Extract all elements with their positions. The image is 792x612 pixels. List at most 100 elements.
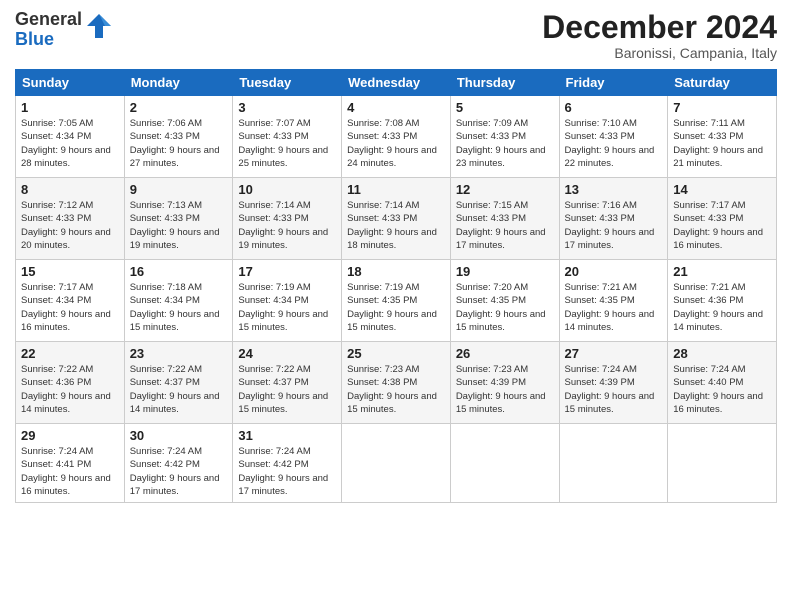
day-number: 14 [673, 182, 771, 197]
calendar-cell: 25 Sunrise: 7:23 AM Sunset: 4:38 PM Dayl… [342, 342, 451, 424]
calendar-cell: 6 Sunrise: 7:10 AM Sunset: 4:33 PM Dayli… [559, 96, 668, 178]
day-number: 11 [347, 182, 445, 197]
day-number: 6 [565, 100, 663, 115]
day-number: 1 [21, 100, 119, 115]
day-number: 16 [130, 264, 228, 279]
weekday-header: Friday [559, 70, 668, 96]
calendar-cell: 31 Sunrise: 7:24 AM Sunset: 4:42 PM Dayl… [233, 424, 342, 503]
day-number: 18 [347, 264, 445, 279]
calendar-cell: 13 Sunrise: 7:16 AM Sunset: 4:33 PM Dayl… [559, 178, 668, 260]
calendar-cell: 3 Sunrise: 7:07 AM Sunset: 4:33 PM Dayli… [233, 96, 342, 178]
day-info: Sunrise: 7:17 AM Sunset: 4:33 PM Dayligh… [673, 199, 771, 252]
calendar-cell: 28 Sunrise: 7:24 AM Sunset: 4:40 PM Dayl… [668, 342, 777, 424]
weekday-header: Monday [124, 70, 233, 96]
calendar-cell: 30 Sunrise: 7:24 AM Sunset: 4:42 PM Dayl… [124, 424, 233, 503]
day-info: Sunrise: 7:17 AM Sunset: 4:34 PM Dayligh… [21, 281, 119, 334]
day-info: Sunrise: 7:20 AM Sunset: 4:35 PM Dayligh… [456, 281, 554, 334]
day-info: Sunrise: 7:11 AM Sunset: 4:33 PM Dayligh… [673, 117, 771, 170]
weekday-header: Sunday [16, 70, 125, 96]
day-info: Sunrise: 7:24 AM Sunset: 4:40 PM Dayligh… [673, 363, 771, 416]
day-info: Sunrise: 7:14 AM Sunset: 4:33 PM Dayligh… [347, 199, 445, 252]
day-info: Sunrise: 7:19 AM Sunset: 4:34 PM Dayligh… [238, 281, 336, 334]
day-info: Sunrise: 7:05 AM Sunset: 4:34 PM Dayligh… [21, 117, 119, 170]
day-number: 24 [238, 346, 336, 361]
weekday-header: Wednesday [342, 70, 451, 96]
calendar-cell [668, 424, 777, 503]
calendar-cell: 17 Sunrise: 7:19 AM Sunset: 4:34 PM Dayl… [233, 260, 342, 342]
day-number: 22 [21, 346, 119, 361]
calendar-cell: 2 Sunrise: 7:06 AM Sunset: 4:33 PM Dayli… [124, 96, 233, 178]
main-container: General Blue December 2024 Baronissi, Ca… [0, 0, 792, 612]
month-title: December 2024 [542, 10, 777, 45]
calendar-cell: 8 Sunrise: 7:12 AM Sunset: 4:33 PM Dayli… [16, 178, 125, 260]
day-number: 10 [238, 182, 336, 197]
day-number: 9 [130, 182, 228, 197]
calendar-cell: 11 Sunrise: 7:14 AM Sunset: 4:33 PM Dayl… [342, 178, 451, 260]
day-number: 27 [565, 346, 663, 361]
day-number: 17 [238, 264, 336, 279]
calendar-cell: 15 Sunrise: 7:17 AM Sunset: 4:34 PM Dayl… [16, 260, 125, 342]
day-info: Sunrise: 7:12 AM Sunset: 4:33 PM Dayligh… [21, 199, 119, 252]
day-info: Sunrise: 7:21 AM Sunset: 4:36 PM Dayligh… [673, 281, 771, 334]
header: General Blue December 2024 Baronissi, Ca… [15, 10, 777, 61]
calendar-cell [342, 424, 451, 503]
logo: General Blue [15, 10, 113, 50]
day-info: Sunrise: 7:14 AM Sunset: 4:33 PM Dayligh… [238, 199, 336, 252]
day-info: Sunrise: 7:09 AM Sunset: 4:33 PM Dayligh… [456, 117, 554, 170]
logo-icon [85, 12, 113, 45]
day-number: 3 [238, 100, 336, 115]
day-number: 5 [456, 100, 554, 115]
logo-blue: Blue [15, 30, 82, 50]
day-info: Sunrise: 7:15 AM Sunset: 4:33 PM Dayligh… [456, 199, 554, 252]
day-info: Sunrise: 7:16 AM Sunset: 4:33 PM Dayligh… [565, 199, 663, 252]
day-number: 30 [130, 428, 228, 443]
weekday-header: Thursday [450, 70, 559, 96]
calendar-cell: 5 Sunrise: 7:09 AM Sunset: 4:33 PM Dayli… [450, 96, 559, 178]
calendar-cell: 19 Sunrise: 7:20 AM Sunset: 4:35 PM Dayl… [450, 260, 559, 342]
calendar-cell: 16 Sunrise: 7:18 AM Sunset: 4:34 PM Dayl… [124, 260, 233, 342]
day-number: 29 [21, 428, 119, 443]
calendar-cell: 12 Sunrise: 7:15 AM Sunset: 4:33 PM Dayl… [450, 178, 559, 260]
calendar-cell: 20 Sunrise: 7:21 AM Sunset: 4:35 PM Dayl… [559, 260, 668, 342]
day-info: Sunrise: 7:21 AM Sunset: 4:35 PM Dayligh… [565, 281, 663, 334]
calendar-cell: 1 Sunrise: 7:05 AM Sunset: 4:34 PM Dayli… [16, 96, 125, 178]
day-number: 7 [673, 100, 771, 115]
day-info: Sunrise: 7:18 AM Sunset: 4:34 PM Dayligh… [130, 281, 228, 334]
calendar-cell: 9 Sunrise: 7:13 AM Sunset: 4:33 PM Dayli… [124, 178, 233, 260]
calendar-cell: 23 Sunrise: 7:22 AM Sunset: 4:37 PM Dayl… [124, 342, 233, 424]
day-info: Sunrise: 7:22 AM Sunset: 4:37 PM Dayligh… [130, 363, 228, 416]
calendar-cell: 21 Sunrise: 7:21 AM Sunset: 4:36 PM Dayl… [668, 260, 777, 342]
day-info: Sunrise: 7:10 AM Sunset: 4:33 PM Dayligh… [565, 117, 663, 170]
weekday-header: Tuesday [233, 70, 342, 96]
day-info: Sunrise: 7:23 AM Sunset: 4:38 PM Dayligh… [347, 363, 445, 416]
day-info: Sunrise: 7:24 AM Sunset: 4:42 PM Dayligh… [130, 445, 228, 498]
day-info: Sunrise: 7:24 AM Sunset: 4:41 PM Dayligh… [21, 445, 119, 498]
day-number: 31 [238, 428, 336, 443]
calendar-cell: 26 Sunrise: 7:23 AM Sunset: 4:39 PM Dayl… [450, 342, 559, 424]
calendar-cell: 18 Sunrise: 7:19 AM Sunset: 4:35 PM Dayl… [342, 260, 451, 342]
logo-text: General Blue [15, 10, 82, 50]
day-info: Sunrise: 7:06 AM Sunset: 4:33 PM Dayligh… [130, 117, 228, 170]
calendar-cell [450, 424, 559, 503]
day-number: 25 [347, 346, 445, 361]
day-number: 13 [565, 182, 663, 197]
day-number: 12 [456, 182, 554, 197]
day-number: 8 [21, 182, 119, 197]
calendar-cell: 10 Sunrise: 7:14 AM Sunset: 4:33 PM Dayl… [233, 178, 342, 260]
day-info: Sunrise: 7:13 AM Sunset: 4:33 PM Dayligh… [130, 199, 228, 252]
calendar-cell: 27 Sunrise: 7:24 AM Sunset: 4:39 PM Dayl… [559, 342, 668, 424]
day-number: 2 [130, 100, 228, 115]
day-number: 23 [130, 346, 228, 361]
day-info: Sunrise: 7:22 AM Sunset: 4:36 PM Dayligh… [21, 363, 119, 416]
day-number: 21 [673, 264, 771, 279]
calendar-cell: 4 Sunrise: 7:08 AM Sunset: 4:33 PM Dayli… [342, 96, 451, 178]
day-info: Sunrise: 7:07 AM Sunset: 4:33 PM Dayligh… [238, 117, 336, 170]
calendar-table: SundayMondayTuesdayWednesdayThursdayFrid… [15, 69, 777, 503]
calendar-cell: 29 Sunrise: 7:24 AM Sunset: 4:41 PM Dayl… [16, 424, 125, 503]
day-number: 20 [565, 264, 663, 279]
calendar-cell: 7 Sunrise: 7:11 AM Sunset: 4:33 PM Dayli… [668, 96, 777, 178]
day-number: 28 [673, 346, 771, 361]
calendar-cell: 14 Sunrise: 7:17 AM Sunset: 4:33 PM Dayl… [668, 178, 777, 260]
day-info: Sunrise: 7:19 AM Sunset: 4:35 PM Dayligh… [347, 281, 445, 334]
title-area: December 2024 Baronissi, Campania, Italy [542, 10, 777, 61]
